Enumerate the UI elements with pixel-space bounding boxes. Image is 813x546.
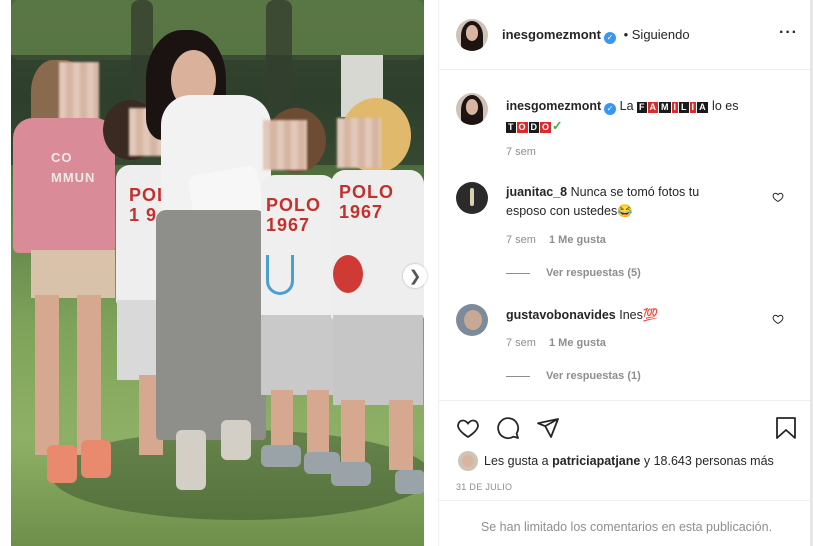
heart-icon [772, 314, 784, 325]
follow-status[interactable]: • Siguiendo [624, 27, 690, 42]
liker-username[interactable]: patriciapatjane [552, 454, 640, 468]
caption-author-avatar[interactable] [456, 93, 488, 125]
caption-letter-tag: A [697, 102, 708, 113]
like-comment-button[interactable] [772, 191, 784, 203]
like-comment-button[interactable] [772, 313, 784, 325]
commenter-avatar[interactable] [456, 304, 488, 336]
caption-timestamp[interactable]: 7 sem [506, 146, 536, 158]
caption-letter-tag: I [689, 102, 697, 113]
more-options-button[interactable]: ··· [779, 24, 798, 42]
caption-word-todo: TODO [506, 119, 552, 133]
post-side-panel: inesgomezmont ✓ • Siguiendo ··· inesgomez… [438, 0, 813, 546]
header-user-line: inesgomezmont ✓ • Siguiendo [502, 27, 690, 44]
caption-word-familia: FAMILIA [637, 99, 709, 113]
caption-letter-tag: L [679, 102, 689, 113]
bookmark-icon [776, 417, 796, 439]
caption-letter-tag: D [528, 122, 540, 133]
comment-likes[interactable]: 1 Me gusta [549, 234, 606, 246]
post-header: inesgomezmont ✓ • Siguiendo ··· [439, 0, 813, 70]
shirt-print-girl: CO MMUN [51, 150, 96, 185]
send-icon [537, 418, 559, 438]
caption-middle: lo es [712, 99, 739, 113]
caption-author-username[interactable]: inesgomezmont [506, 99, 601, 113]
shirt-print-boy-3: POLO 1967 [339, 182, 395, 222]
check-mark-icon: ✓ [552, 119, 563, 133]
view-replies-label: Ver respuestas (1) [546, 370, 641, 382]
view-replies-label: Ver respuestas (5) [546, 267, 641, 279]
caption-letter-tag: T [506, 122, 516, 133]
divider-line [506, 375, 530, 377]
author-avatar[interactable] [456, 19, 488, 51]
save-button[interactable] [775, 416, 797, 443]
view-replies-button[interactable]: Ver respuestas (1) [506, 370, 641, 382]
caption-letter-tag: I [671, 102, 679, 113]
shirt-print-boy-2: POLO 1967 [266, 195, 322, 235]
post-date[interactable]: 31 DE JULIO [456, 482, 512, 492]
comment-text: Ines💯 [619, 308, 659, 322]
comment-likes[interactable]: 1 Me gusta [549, 337, 606, 349]
view-replies-button[interactable]: Ver respuestas (5) [506, 267, 641, 279]
divider-line [506, 272, 530, 274]
likes-count[interactable]: y 18.643 personas más [644, 454, 774, 468]
caption: inesgomezmont ✓ La FAMILIA lo es T O D O ✓ [506, 96, 796, 136]
caption-letter-tag: A [647, 102, 659, 113]
likes-summary: Les gusta a patriciapatjane y 18.643 per… [484, 454, 774, 468]
comments-limited-notice: Se han limitado los comentarios en esta … [439, 500, 813, 546]
author-username[interactable]: inesgomezmont [502, 27, 601, 42]
verified-badge-icon: ✓ [604, 103, 617, 115]
post-photo-panel: CO MMUN POLO 1 9 6 [0, 0, 438, 546]
next-photo-button[interactable]: ❯ [403, 264, 427, 288]
comment-timestamp[interactable]: 7 sem [506, 234, 536, 246]
chevron-right-icon: ❯ [408, 268, 422, 285]
comment-button[interactable] [496, 416, 520, 443]
caption-letter-tag: O [516, 122, 528, 133]
verified-badge-icon: ✓ [603, 32, 616, 44]
more-horizontal-icon: ··· [779, 24, 798, 41]
liker-avatar[interactable] [458, 451, 478, 471]
commenter-username[interactable]: juanitac_8 [506, 185, 567, 199]
like-button[interactable] [456, 416, 480, 443]
caption-letter-tag: O [540, 122, 552, 133]
caption-letter-tag: F [637, 102, 647, 113]
commenter-username[interactable]: gustavobonavides [506, 308, 616, 322]
post-photo[interactable]: CO MMUN POLO 1 9 6 [11, 0, 424, 546]
comment-bubble-icon [497, 417, 520, 440]
likes-prefix: Les gusta a [484, 454, 549, 468]
commenter-avatar[interactable] [456, 182, 488, 214]
caption-letter-tag: M [659, 102, 671, 113]
heart-icon [772, 192, 784, 203]
share-button[interactable] [536, 416, 560, 443]
comment-timestamp[interactable]: 7 sem [506, 337, 536, 349]
heart-icon [457, 419, 479, 439]
caption-prefix: La [619, 99, 634, 113]
